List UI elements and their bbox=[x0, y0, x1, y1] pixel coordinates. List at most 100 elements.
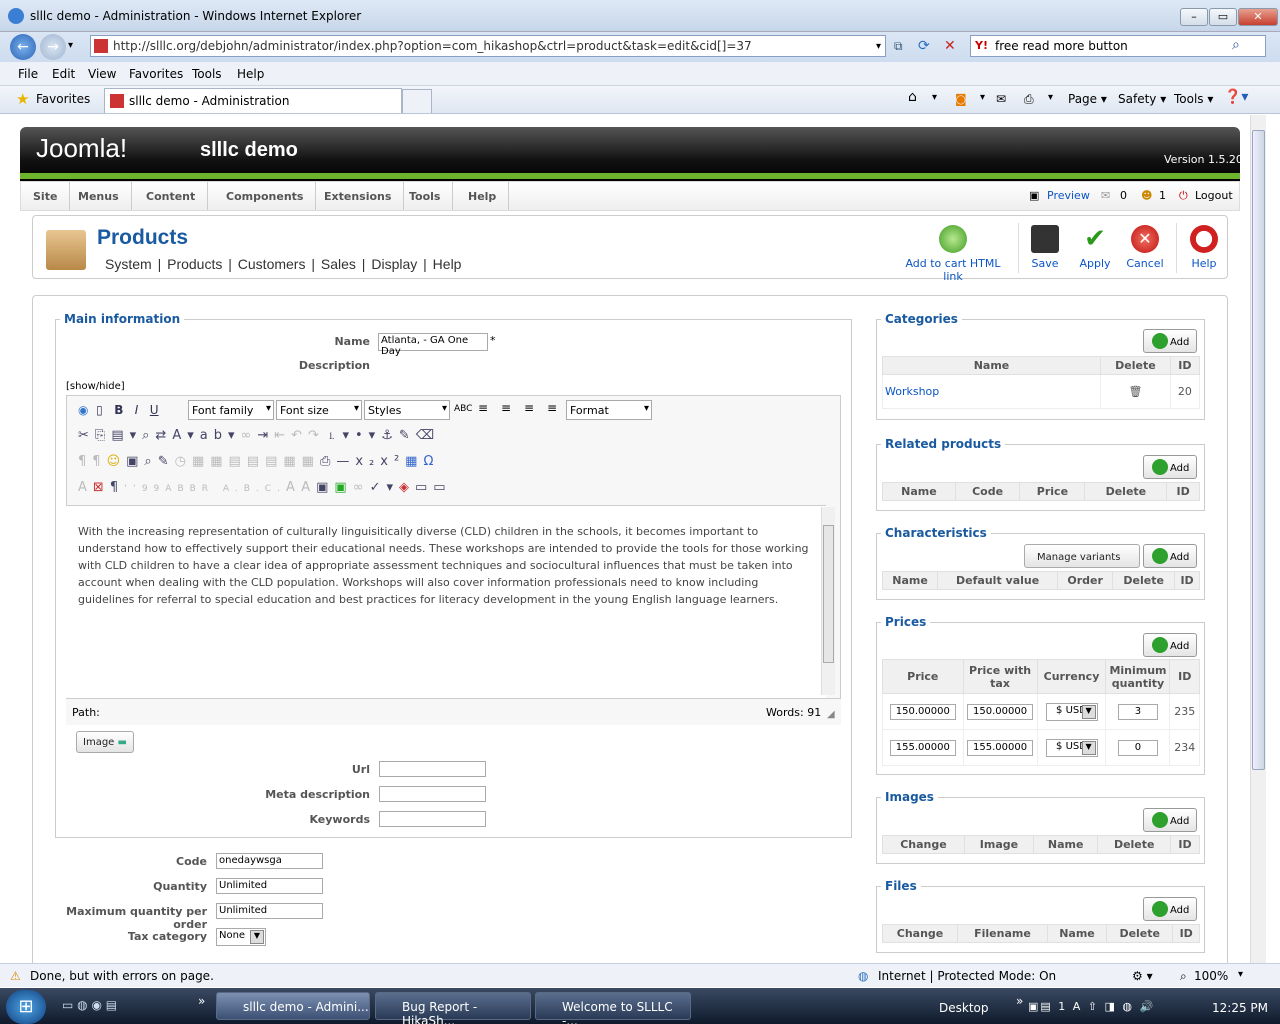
editor-help-icon[interactable]: ◉ bbox=[78, 403, 88, 417]
admin-menu-content[interactable]: Content bbox=[134, 182, 209, 210]
help-button[interactable]: Help bbox=[1184, 225, 1224, 270]
html-source-icon[interactable]: ◈ bbox=[399, 480, 415, 495]
admin-menu-menus[interactable]: Menus bbox=[66, 182, 132, 210]
minimize-button[interactable]: – bbox=[1180, 8, 1208, 26]
image-icon[interactable]: ▣ bbox=[334, 480, 352, 495]
unlink-icon[interactable]: ∞ bbox=[240, 428, 257, 443]
save-button[interactable]: Save bbox=[1025, 225, 1065, 270]
menu-view[interactable]: View bbox=[88, 67, 116, 81]
back-button[interactable]: ← bbox=[10, 34, 36, 60]
replace-icon[interactable]: ⇄ bbox=[155, 428, 172, 443]
tax-category-select[interactable]: None ▼ bbox=[216, 928, 266, 946]
anchor-icon[interactable]: ⚓ bbox=[381, 428, 399, 443]
paste-icon[interactable]: ▤▾ bbox=[111, 428, 142, 443]
insert-table-icon[interactable]: ▦ bbox=[405, 454, 423, 469]
editor-scrollbar[interactable] bbox=[821, 507, 835, 695]
code-input[interactable]: onedaywsga bbox=[216, 853, 323, 869]
currency-select[interactable]: $ USD ▼ bbox=[1045, 702, 1098, 721]
abbr-icon[interactable]: ABBR A.B.C. bbox=[165, 484, 286, 494]
superscript-icon[interactable]: x² bbox=[380, 454, 405, 469]
remove-format-icon[interactable]: ⊠ bbox=[93, 480, 110, 495]
bullet-list-icon[interactable]: •▾ bbox=[355, 428, 381, 443]
table-props-icon[interactable]: ▦▦▤▤▤ bbox=[192, 454, 283, 469]
quick-launch-icons[interactable]: ▭ ◍ ◉ ▤ bbox=[62, 998, 117, 1012]
spellcheck-icon[interactable]: ✓▾ bbox=[370, 480, 399, 495]
menu-help[interactable]: Help bbox=[237, 67, 264, 81]
preview-link[interactable]: Preview bbox=[1047, 189, 1090, 202]
del-icon[interactable]: A bbox=[286, 480, 301, 495]
system-tray-icons[interactable]: ▣▤ 1 A ⇧ ◨ ◍ 🔊 bbox=[1028, 1000, 1155, 1013]
max-quantity-input[interactable]: Unlimited bbox=[216, 903, 323, 919]
category-delete-icon[interactable]: 🗑 bbox=[1100, 374, 1171, 409]
styles-select[interactable]: Styles bbox=[364, 400, 450, 420]
close-button[interactable]: ✕ bbox=[1238, 8, 1278, 26]
outdent-icon[interactable]: ⇤ bbox=[274, 428, 291, 443]
address-bar[interactable]: http://slllc.org/debjohn/administrator/i… bbox=[90, 35, 886, 57]
pilcrow-icon[interactable]: ¶ bbox=[110, 480, 124, 495]
font-family-select[interactable]: Font family bbox=[188, 400, 274, 420]
italic-icon[interactable]: I bbox=[135, 403, 139, 417]
maximize-button[interactable]: ▭ bbox=[1209, 8, 1237, 26]
help-icon[interactable]: ❓▾ bbox=[1224, 89, 1248, 105]
read-mail-icon[interactable]: ✉ bbox=[996, 92, 1006, 106]
meta-description-input[interactable] bbox=[379, 786, 486, 802]
feeds-dropdown-icon[interactable]: ▾ bbox=[980, 92, 985, 103]
submenu-products[interactable]: Products bbox=[167, 256, 222, 272]
refresh-icon[interactable]: ⟳ bbox=[918, 38, 930, 54]
ltr-icon[interactable]: ¶ bbox=[78, 454, 92, 469]
submenu-sales[interactable]: Sales bbox=[321, 256, 356, 272]
submenu-help[interactable]: Help bbox=[433, 256, 462, 272]
emoticon-icon[interactable]: ☺ bbox=[107, 454, 127, 469]
omega-icon[interactable]: Ω bbox=[423, 454, 439, 469]
desktop-more-icon[interactable]: » bbox=[1016, 994, 1023, 1008]
submenu-customers[interactable]: Customers bbox=[238, 256, 306, 272]
justify-icon[interactable]: ≡ bbox=[547, 401, 557, 415]
prices-add-button[interactable]: Add bbox=[1143, 633, 1197, 657]
safety-menu[interactable]: Safety ▾ bbox=[1118, 92, 1166, 106]
find-icon[interactable]: ⌕ bbox=[142, 428, 155, 443]
category-name-link[interactable]: Workshop bbox=[882, 374, 1101, 409]
logout-link[interactable]: Logout bbox=[1195, 189, 1233, 202]
price-with-tax-input[interactable]: 155.00000 bbox=[967, 739, 1034, 756]
history-dropdown-icon[interactable]: ▾ bbox=[68, 40, 73, 51]
price-input[interactable]: 150.00000 bbox=[889, 703, 956, 720]
edit-icon[interactable]: ✎ bbox=[158, 454, 175, 469]
name-input[interactable]: Atlanta, - GA One Day bbox=[378, 333, 488, 357]
clock[interactable]: 12:25 PM bbox=[1212, 1001, 1268, 1015]
submenu-display[interactable]: Display bbox=[371, 256, 417, 272]
align-right-icon[interactable]: ≡ bbox=[524, 401, 534, 415]
table-icon[interactable]: ▦▦ bbox=[283, 454, 320, 469]
print-icon[interactable]: ⎙ bbox=[1024, 92, 1034, 107]
manage-variants-button[interactable]: Manage variants bbox=[1024, 544, 1140, 568]
insert-time-icon[interactable]: ◷ bbox=[175, 454, 192, 469]
stop-icon[interactable]: ✕ bbox=[944, 38, 956, 54]
image-insert-icon[interactable]: ▣ bbox=[316, 480, 334, 495]
price-with-tax-input[interactable]: 150.00000 bbox=[967, 703, 1034, 720]
align-left-icon[interactable]: ≡ bbox=[478, 401, 488, 415]
images-add-button[interactable]: Add bbox=[1143, 808, 1197, 832]
layer-icon[interactable]: ▭ bbox=[433, 480, 451, 495]
preview-doc-icon[interactable]: ⌕ bbox=[144, 454, 157, 469]
characteristics-add-button[interactable]: Add bbox=[1143, 544, 1197, 568]
browser-tab[interactable]: slllc demo - Administration bbox=[104, 88, 402, 113]
url-input[interactable] bbox=[379, 761, 486, 777]
admin-menu-help[interactable]: Help bbox=[456, 182, 510, 210]
media-icon[interactable]: ▣ bbox=[126, 454, 144, 469]
new-tab-button[interactable] bbox=[402, 89, 432, 113]
format-select[interactable]: Format bbox=[566, 400, 652, 420]
horizontal-rule-icon[interactable]: — bbox=[336, 454, 355, 469]
style-props-icon[interactable]: A bbox=[78, 480, 93, 495]
copy-icon[interactable]: ⎘ bbox=[95, 428, 111, 443]
min-quantity-input[interactable]: 0 bbox=[1117, 739, 1158, 756]
admin-menu-tools[interactable]: Tools bbox=[397, 182, 454, 210]
apply-button[interactable]: ✔ Apply bbox=[1074, 225, 1116, 270]
bold-icon[interactable]: B bbox=[114, 403, 123, 417]
zoom-dropdown-icon[interactable]: ▾ bbox=[1238, 969, 1243, 980]
currency-select[interactable]: $ USD ▼ bbox=[1045, 738, 1098, 757]
categories-add-button[interactable]: Add bbox=[1143, 329, 1197, 353]
subscript-icon[interactable]: x₂ bbox=[355, 454, 380, 469]
show-hide-toggle[interactable]: [show/hide] bbox=[66, 381, 125, 392]
tools-menu[interactable]: Tools ▾ bbox=[1174, 92, 1213, 106]
font-size-select[interactable]: Font size bbox=[276, 400, 362, 420]
add-cart-link-button[interactable]: Add to cart HTML link bbox=[898, 225, 1008, 283]
